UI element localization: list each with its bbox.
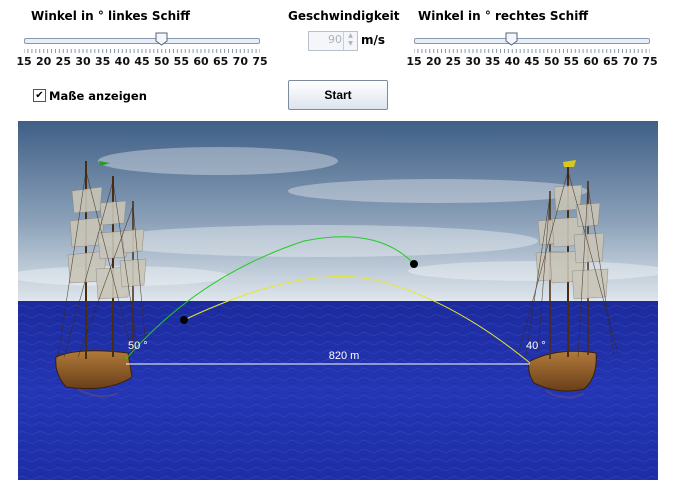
- slider-tick-label: 55: [563, 55, 579, 68]
- left-cannonball: [410, 260, 418, 268]
- speed-value[interactable]: 90: [309, 33, 342, 46]
- battle-scene: 820 m 50 ° 40 °: [18, 121, 658, 480]
- speed-unit: m/s: [361, 33, 386, 47]
- slider-tick-label: 60: [193, 55, 209, 68]
- slider-tick-label: 35: [95, 55, 111, 68]
- slider-thumb[interactable]: [155, 32, 168, 46]
- start-button[interactable]: Start: [288, 80, 388, 110]
- slider-tick-label: 25: [445, 55, 461, 68]
- slider-tick-label: 40: [504, 55, 520, 68]
- slider-tick-label: 15: [16, 55, 32, 68]
- slider-tick-label: 45: [134, 55, 150, 68]
- spinner-down-icon[interactable]: ▼: [344, 40, 357, 48]
- slider-tick-label: 70: [622, 55, 638, 68]
- speed-spinner[interactable]: 90 ▲ ▼: [308, 31, 358, 51]
- slider-tick-labels: 15 20 25 30 35 40 45 50 55 60 65 70 75: [406, 55, 657, 69]
- slider-tick-label: 20: [36, 55, 52, 68]
- slider-tick-label: 65: [603, 55, 619, 68]
- slider-tick-label: 75: [252, 55, 268, 68]
- spinner-up-icon[interactable]: ▲: [344, 32, 357, 40]
- slider-track[interactable]: [414, 38, 650, 44]
- slider-tick-label: 70: [232, 55, 248, 68]
- slider-thumb[interactable]: [505, 32, 518, 46]
- show-measures-label: Maße anzeigen: [49, 89, 147, 103]
- right-ship-angle-title: Winkel in ° rechtes Schiff: [418, 9, 589, 23]
- slider-tick-label: 40: [114, 55, 130, 68]
- left-ship-angle-slider[interactable]: 15 20 25 30 35 40 45 50 55 60 65 70 75: [16, 30, 268, 70]
- distance-label: 820 m: [329, 350, 360, 362]
- scene-canvas: 820 m 50 ° 40 °: [18, 121, 658, 480]
- slider-tick-label: 15: [406, 55, 422, 68]
- slider-tick-label: 25: [55, 55, 71, 68]
- slider-tick-labels: 15 20 25 30 35 40 45 50 55 60 65 70 75: [16, 55, 267, 69]
- left-ship-angle-title: Winkel in ° linkes Schiff: [31, 9, 191, 23]
- slider-tick-label: 45: [524, 55, 540, 68]
- slider-tick-label: 65: [213, 55, 229, 68]
- slider-tick-label: 20: [426, 55, 442, 68]
- slider-track[interactable]: [24, 38, 260, 44]
- slider-tick-label: 75: [642, 55, 658, 68]
- slider-tick-label: 60: [583, 55, 599, 68]
- show-measures-checkbox[interactable]: ✔: [33, 89, 46, 102]
- left-angle-label: 50 °: [128, 340, 148, 352]
- slider-tick-label: 30: [75, 55, 91, 68]
- slider-tick-label: 50: [154, 55, 170, 68]
- right-cannonball: [180, 316, 188, 324]
- slider-tick-label: 50: [544, 55, 560, 68]
- slider-tick-label: 35: [485, 55, 501, 68]
- right-angle-label: 40 °: [526, 340, 546, 352]
- slider-tick-label: 55: [173, 55, 189, 68]
- speed-title: Geschwindigkeit: [288, 9, 400, 23]
- slider-tick-label: 30: [465, 55, 481, 68]
- right-ship-angle-slider[interactable]: 15 20 25 30 35 40 45 50 55 60 65 70 75: [406, 30, 658, 70]
